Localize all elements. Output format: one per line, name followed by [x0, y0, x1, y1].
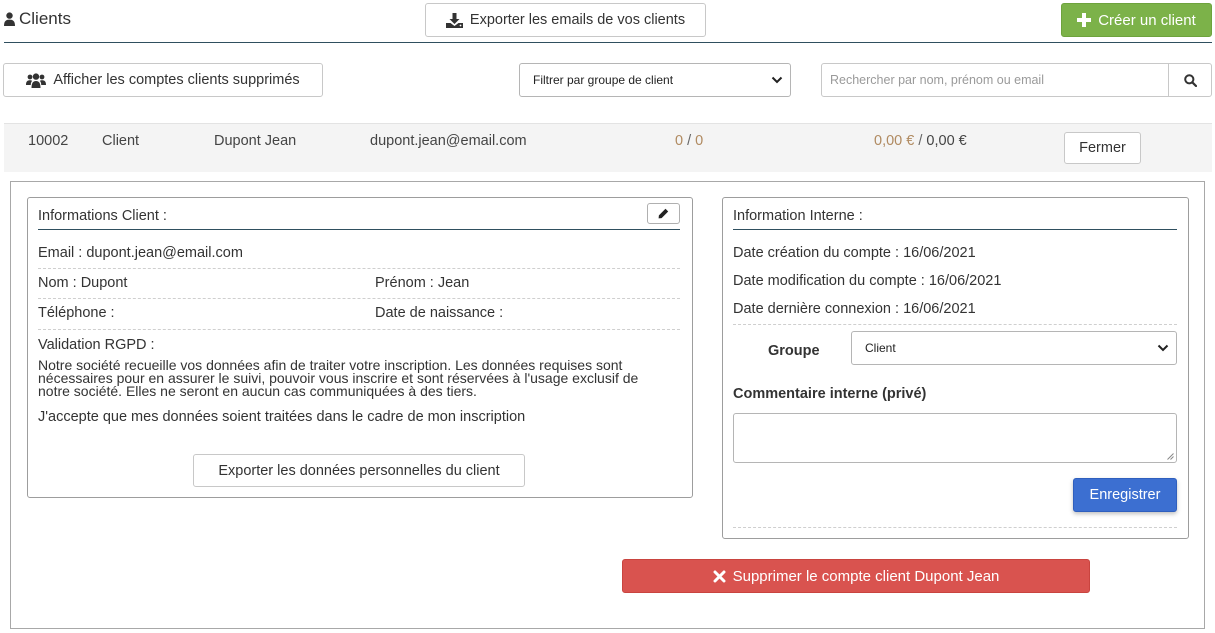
show-deleted-accounts-button[interactable]: Afficher les comptes clients supprimés: [3, 63, 323, 97]
client-amount: 0,00 € / 0,00 €: [874, 133, 967, 149]
last-login-line: Date dernière connexion : 16/06/2021: [733, 301, 976, 317]
rgpd-accept-text: J'accepte que mes données soient traitée…: [38, 409, 526, 425]
group-select[interactable]: Client: [851, 331, 1177, 365]
client-info-panel: Informations Client : Email : dupont.jea…: [27, 197, 693, 498]
client-amount-total: 0,00 €: [926, 133, 967, 149]
client-id: 10002: [28, 133, 69, 149]
group-selected-value: Client: [865, 341, 896, 355]
internal-info-title: Information Interne :: [733, 208, 863, 224]
edit-button[interactable]: [647, 203, 680, 224]
divider: [38, 268, 680, 269]
create-client-button[interactable]: Créer un client: [1061, 3, 1212, 37]
delete-client-label: Supprimer le compte client Dupont Jean: [732, 567, 1000, 585]
page-title-label: Clients: [19, 9, 71, 28]
client-orders: 0 / 0: [675, 133, 703, 149]
internal-comment-textarea[interactable]: [733, 413, 1177, 463]
client-amount-paid: 0,00 €: [874, 133, 915, 149]
close-button[interactable]: Fermer: [1064, 132, 1141, 164]
times-icon: [713, 570, 726, 582]
client-type: Client: [102, 133, 140, 149]
resize-handle-icon[interactable]: [1167, 453, 1174, 460]
divider: [733, 527, 1177, 528]
search-box: [821, 63, 1212, 97]
divider: [733, 324, 1177, 325]
save-button[interactable]: Enregistrer: [1073, 478, 1177, 512]
group-filter-selected-value: Filtrer par groupe de client: [533, 73, 674, 87]
user-icon: [4, 12, 15, 26]
export-emails-label: Exporter les emails de vos clients: [469, 12, 686, 28]
search-icon: [1183, 73, 1197, 87]
group-filter-select[interactable]: Filtrer par groupe de client: [519, 63, 791, 97]
page-title: Clients: [4, 9, 71, 29]
client-email: dupont.jean@email.com: [370, 133, 527, 149]
delete-client-button[interactable]: Supprimer le compte client Dupont Jean: [622, 559, 1090, 593]
group-label: Groupe: [768, 343, 820, 359]
search-input[interactable]: [822, 64, 1168, 96]
client-name: Dupont Jean: [214, 133, 297, 149]
account-modified-line: Date modification du compte : 16/06/2021: [733, 273, 1002, 289]
header-divider: [4, 42, 1212, 43]
rgpd-title: Validation RGPD :: [38, 337, 155, 353]
client-nom-line: Nom : Dupont: [38, 275, 128, 291]
search-button[interactable]: [1168, 64, 1211, 96]
client-orders-total: 0: [695, 133, 704, 149]
download-icon: [445, 12, 463, 28]
pencil-icon: [658, 208, 669, 219]
show-deleted-accounts-label: Afficher les comptes clients supprimés: [53, 72, 300, 88]
page-header: Clients Exporter les emails de vos clien…: [0, 0, 1215, 43]
account-created-line: Date création du compte : 16/06/2021: [733, 245, 976, 261]
rgpd-text: Notre société recueille vos données afin…: [38, 357, 639, 399]
chevron-down-icon: [771, 76, 783, 84]
internal-comment-label: Commentaire interne (privé): [733, 386, 927, 402]
client-email-line: Email : dupont.jean@email.com: [38, 245, 243, 261]
table-row[interactable]: 10002 Client Dupont Jean dupont.jean@ema…: [4, 123, 1212, 172]
export-emails-button[interactable]: Exporter les emails de vos clients: [425, 3, 706, 37]
internal-info-panel: Information Interne : Date création du c…: [722, 197, 1189, 539]
client-prenom-line: Prénom : Jean: [375, 275, 470, 291]
client-amount-separator: /: [914, 133, 927, 149]
divider: [38, 329, 680, 330]
divider: [38, 298, 680, 299]
client-orders-separator: /: [683, 133, 696, 149]
client-info-title: Informations Client :: [38, 208, 167, 224]
users-icon: [26, 72, 47, 88]
client-birthdate-line: Date de naissance :: [375, 305, 504, 321]
chevron-down-icon: [1157, 344, 1169, 352]
internal-info-title-divider: [733, 229, 1177, 230]
client-info-title-divider: [38, 229, 680, 230]
export-personal-data-button[interactable]: Exporter les données personnelles du cli…: [193, 454, 525, 487]
plus-icon: [1077, 13, 1092, 27]
client-telephone-line: Téléphone :: [38, 305, 115, 321]
client-detail-panel: Informations Client : Email : dupont.jea…: [10, 181, 1205, 629]
create-client-label: Créer un client: [1098, 11, 1196, 29]
client-orders-count: 0: [675, 133, 684, 149]
